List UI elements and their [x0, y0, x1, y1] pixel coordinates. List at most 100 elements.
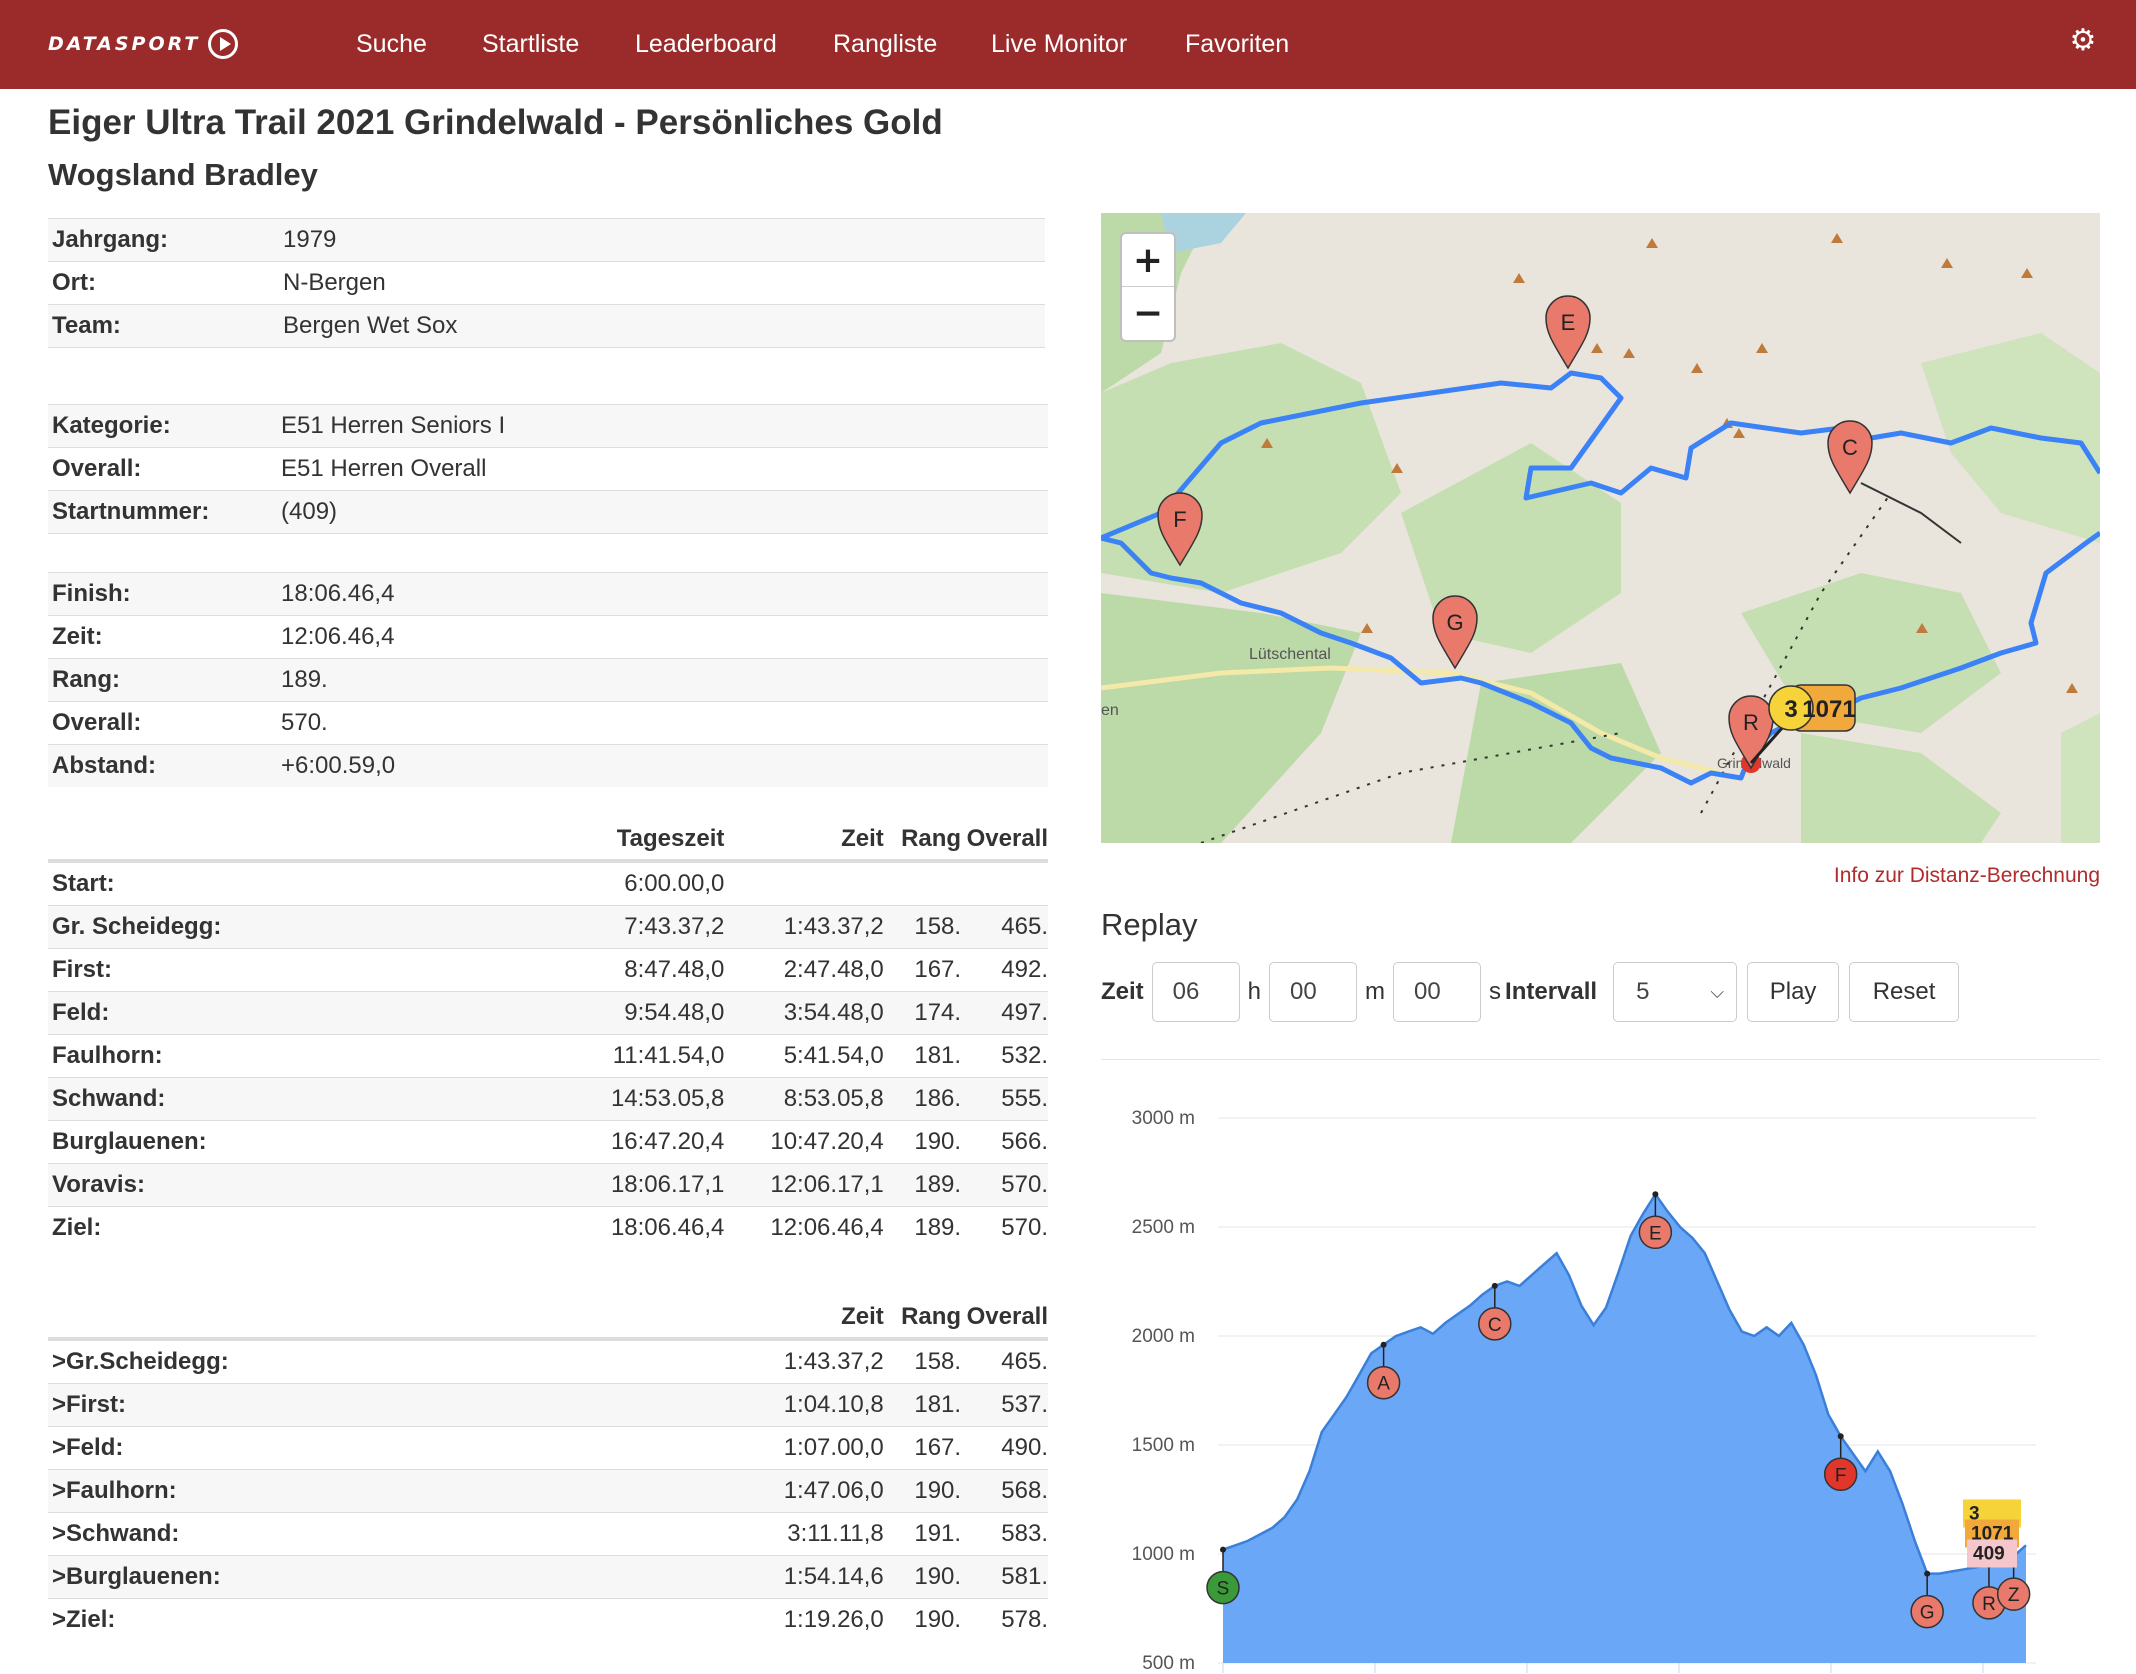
segment-row: >Gr.Scheidegg: 1:43.37,2 158. 465.	[48, 1340, 1048, 1383]
info-row-kategorie: Kategorie: E51 Herren Seniors I	[48, 404, 1048, 447]
runner-tag[interactable]: 409	[1967, 1539, 2017, 1568]
intervall-label: Intervall	[1505, 978, 1598, 1005]
info-row-team: Team: Bergen Wet Sox	[48, 304, 1045, 347]
nav-rangliste[interactable]: Rangliste	[833, 26, 937, 62]
split-cell-tag: 18:06.17,1	[610, 1171, 725, 1198]
replay-divider	[1101, 1059, 2100, 1060]
marker-label: C	[1842, 435, 1858, 460]
route-map[interactable]: Lütschental Grindelwald en E C F	[1101, 213, 2100, 843]
svg-text:Z: Z	[2008, 1585, 2020, 1606]
svg-text:A: A	[1377, 1374, 1390, 1395]
segment-row: >Burglauenen: 1:54.14,6 190. 581.	[48, 1555, 1048, 1598]
segment-cell-rang: 191.	[914, 1520, 962, 1547]
nav-suche[interactable]: Suche	[356, 26, 427, 62]
zoom-in-button[interactable]: +	[1122, 234, 1174, 287]
minutes-input[interactable]: 00	[1269, 962, 1358, 1022]
marker-label: R	[1743, 710, 1759, 735]
info-row-overall: Overall: E51 Herren Overall	[48, 447, 1048, 490]
split-cell-name: Ziel:	[52, 1214, 102, 1241]
split-cell-tag: 14:53.05,8	[610, 1085, 725, 1112]
segment-header: Zeit Rang Overall	[48, 1296, 1048, 1340]
intervall-select[interactable]: 5 ⌵	[1613, 962, 1738, 1022]
nav-startliste[interactable]: Startliste	[482, 26, 579, 62]
info-row-zeit: Zeit: 12:06.46,4	[48, 615, 1048, 658]
split-cell-name: Feld:	[52, 999, 110, 1026]
nav-favoriten[interactable]: Favoriten	[1185, 26, 1289, 62]
page-title: Eiger Ultra Trail 2021 Grindelwald - Per…	[48, 103, 943, 142]
segment-cell-overall: 583.	[1001, 1520, 1048, 1547]
info-key: Zeit:	[52, 623, 103, 650]
split-cell-rang: 181.	[914, 1042, 962, 1069]
segment-row: >Ziel: 1:19.26,0 190. 578.	[48, 1598, 1048, 1641]
split-cell-name: Schwand:	[52, 1085, 166, 1112]
info-row-ort: Ort: N-Bergen	[48, 261, 1045, 304]
marker-label: G	[1446, 610, 1463, 635]
play-logo-icon	[208, 29, 239, 59]
segment-cell-overall: 537.	[1001, 1391, 1048, 1418]
split-cell-tag: 7:43.37,2	[624, 913, 725, 940]
split-row: Feld: 9:54.48,0 3:54.48,0 174. 497.	[48, 991, 1048, 1034]
split-cell-overall: 566.	[1001, 1128, 1048, 1155]
segment-cell-name: >Gr.Scheidegg:	[52, 1348, 229, 1375]
split-row: Schwand: 14:53.05,8 8:53.05,8 186. 555.	[48, 1077, 1048, 1120]
info-row-overall-rank: Overall: 570.	[48, 701, 1048, 744]
map-canvas[interactable]: Lütschental Grindelwald en E C F	[1101, 213, 2100, 843]
gear-icon[interactable]: ⚙	[2066, 24, 2100, 58]
split-cell-name: Burglauenen:	[52, 1128, 207, 1155]
info-row-abstand: Abstand: +6:00.59,0	[48, 744, 1048, 787]
zeit-label: Zeit	[1101, 978, 1144, 1005]
segment-cell-rang: 190.	[914, 1477, 962, 1504]
hours-unit: h	[1247, 978, 1262, 1005]
split-cell-rang: 174.	[914, 999, 962, 1026]
split-cell-name: Voravis:	[52, 1171, 145, 1198]
reset-button[interactable]: Reset	[1849, 962, 1960, 1022]
marker-label: F	[1173, 507, 1186, 532]
brand-name: DATASPORT	[48, 33, 201, 55]
info-value: E51 Herren Overall	[281, 455, 487, 482]
segment-cell-zeit: 1:07.00,0	[783, 1434, 884, 1461]
elevation-profile-chart[interactable]: 3000 m 2500 m 2000 m 1500 m 1000 m 500 m S A C E F…	[1101, 1080, 2101, 1674]
info-value: Bergen Wet Sox	[283, 312, 458, 339]
info-key: Rang:	[52, 666, 120, 693]
top-navbar: DATASPORT Suche Startliste Leaderboard R…	[0, 0, 2136, 89]
split-row: Burglauenen: 16:47.20,4 10:47.20,4 190. 566.	[48, 1120, 1048, 1163]
y-tick-label: 1000 m	[1132, 1544, 1195, 1565]
split-cell-tag: 18:06.46,4	[610, 1214, 725, 1241]
chevron-down-icon: ⌵	[1710, 981, 1725, 1002]
split-row: Voravis: 18:06.17,1 12:06.17,1 189. 570.	[48, 1163, 1048, 1206]
zoom-out-button[interactable]: −	[1122, 287, 1174, 340]
segment-cell-overall: 490.	[1001, 1434, 1048, 1461]
distance-info-link[interactable]: Info zur Distanz-Berechnung	[1834, 864, 2100, 888]
header-rang: Rang	[901, 825, 962, 852]
info-value: 18:06.46,4	[281, 580, 395, 607]
hours-input[interactable]: 06	[1151, 962, 1240, 1022]
seconds-input[interactable]: 00	[1393, 962, 1482, 1022]
replay-controls: Zeit 06 h 00 m 00 s Intervall 5 ⌵ Play R…	[1101, 962, 1960, 1022]
info-key: Ort:	[52, 269, 96, 296]
play-button[interactable]: Play	[1747, 962, 1840, 1022]
split-cell-zeit: 10:47.20,4	[770, 1128, 884, 1155]
split-cell-tag: 6:00.00,0	[624, 870, 725, 897]
elevation-svg[interactable]: 3000 m 2500 m 2000 m 1500 m 1000 m 500 m S A C E F…	[1101, 1080, 2101, 1674]
brand-logo[interactable]: DATASPORT	[48, 26, 239, 62]
svg-text:C: C	[1488, 1315, 1502, 1336]
split-row: Faulhorn: 11:41.54,0 5:41.54,0 181. 532.	[48, 1034, 1048, 1077]
info-key: Startnummer:	[52, 498, 210, 525]
info-row-startnummer: Startnummer: (409)	[48, 490, 1048, 533]
info-key: Overall:	[52, 709, 142, 736]
svg-text:F: F	[1835, 1465, 1847, 1486]
info-value: 1979	[283, 226, 337, 253]
segment-cell-zeit: 1:43.37,2	[783, 1348, 884, 1375]
split-times-table: Tageszeit Zeit Rang Overall Start: 6:00.0…	[48, 818, 1048, 1249]
nav-leaderboard[interactable]: Leaderboard	[635, 26, 777, 62]
segment-row: >Feld: 1:07.00,0 167. 490.	[48, 1426, 1048, 1469]
segment-row: >Schwand: 3:11.11,8 191. 583.	[48, 1512, 1048, 1555]
split-cell-name: Faulhorn:	[52, 1042, 163, 1069]
segment-cell-rang: 190.	[914, 1606, 962, 1633]
segment-cell-overall: 581.	[1001, 1563, 1048, 1590]
svg-text:E: E	[1649, 1223, 1662, 1244]
svg-text:S: S	[1217, 1579, 1230, 1600]
nav-live-monitor[interactable]: Live Monitor	[991, 26, 1127, 62]
split-cell-rang: 189.	[914, 1214, 962, 1241]
split-cell-overall: 570.	[1001, 1214, 1048, 1241]
